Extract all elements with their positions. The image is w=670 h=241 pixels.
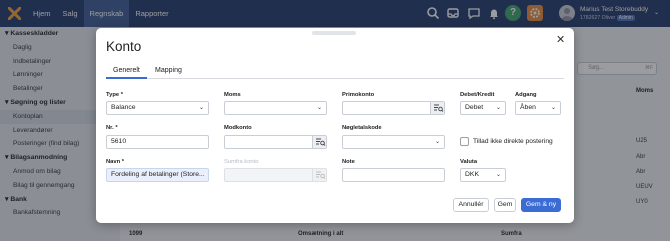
save-button[interactable]: Gem [494, 198, 516, 212]
list-search-icon[interactable] [312, 136, 326, 148]
noegletalskode-label: Nøgletalskode [342, 125, 382, 131]
navn-label: Navn * [106, 159, 125, 165]
modkonto-input[interactable] [224, 135, 327, 149]
cancel-button[interactable]: Annullér [453, 198, 489, 212]
sumfra-label: Sumfra konto [224, 159, 259, 165]
nr-label: Nr. * [106, 125, 118, 131]
debet-kredit-label: Debet/Kredit [460, 92, 495, 98]
navn-input[interactable]: Fordeling af betalinger (Store... [106, 168, 209, 182]
list-search-icon [312, 169, 326, 181]
adgang-label: Adgang [515, 92, 537, 98]
sumfra-input [224, 168, 327, 182]
tab-generelt[interactable]: Generelt [106, 65, 147, 79]
close-icon[interactable]: ✕ [556, 33, 565, 46]
nr-input[interactable]: 5610 [106, 135, 209, 149]
checkbox-label[interactable]: Tillad ikke direkte postering [473, 138, 553, 145]
dialog-title: Konto [106, 39, 142, 54]
adgang-select[interactable]: Åben ⌄ [515, 101, 561, 115]
tab-mapping[interactable]: Mapping [148, 65, 189, 79]
drag-handle[interactable] [312, 31, 356, 35]
note-label: Note [342, 159, 355, 165]
note-input[interactable] [342, 168, 445, 182]
chevron-down-icon: ⌄ [495, 105, 501, 111]
valuta-label: Valuta [460, 159, 478, 165]
valuta-value: DKK [465, 171, 479, 178]
primokonto-label: Primokonto [342, 92, 375, 98]
chevron-down-icon: ⌄ [198, 105, 204, 111]
adgang-value: Åben [520, 104, 536, 111]
tillad-ikke-direkte-checkbox[interactable] [460, 137, 469, 146]
type-label: Type * [106, 92, 123, 98]
chevron-down-icon: ⌄ [434, 139, 440, 145]
debet-kredit-select[interactable]: Debet ⌄ [460, 101, 506, 115]
valuta-select[interactable]: DKK ⌄ [460, 168, 506, 182]
type-select[interactable]: Balance ⌄ [106, 101, 209, 115]
chevron-down-icon: ⌄ [550, 105, 556, 111]
chevron-down-icon: ⌄ [495, 172, 501, 178]
tab-bar: Generelt Mapping [106, 65, 564, 79]
moms-label: Moms [224, 92, 241, 98]
save-and-new-button[interactable]: Gem & ny [521, 198, 561, 212]
konto-dialog: Konto ✕ Generelt Mapping Type * Balance … [96, 28, 574, 223]
primokonto-input[interactable] [342, 101, 445, 115]
modkonto-label: Modkonto [224, 125, 252, 131]
chevron-down-icon: ⌄ [316, 105, 322, 111]
noegletalskode-select[interactable]: ⌄ [342, 135, 445, 149]
list-search-icon[interactable] [430, 102, 444, 114]
moms-select[interactable]: ⌄ [224, 101, 327, 115]
type-value: Balance [111, 104, 136, 111]
debet-kredit-value: Debet [465, 104, 484, 111]
